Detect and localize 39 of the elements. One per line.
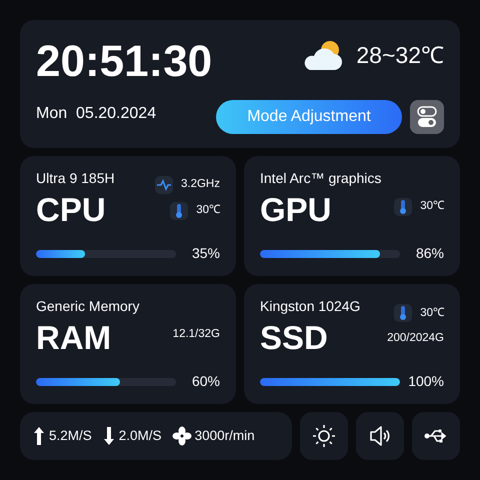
upload-speed: 5.2M/S [49, 426, 92, 445]
fan-speed: 3000r/min [194, 426, 255, 445]
volume-button[interactable] [356, 412, 404, 460]
toggle-settings-button[interactable] [410, 100, 444, 134]
mode-adjustment-button[interactable]: Mode Adjustment [216, 100, 402, 134]
temperature-value: 30℃ [196, 203, 220, 218]
capacity-value: 12.1/32G [172, 327, 220, 342]
component-title: RAM [36, 320, 112, 354]
capacity-value: 200/2024G [387, 331, 444, 346]
percent-value: 35% [190, 244, 220, 263]
pulse-icon [155, 176, 173, 194]
sun-icon [312, 424, 336, 448]
download-speed: 2.0M/S [118, 426, 162, 445]
speaker-icon [368, 424, 392, 448]
fan-icon [172, 426, 192, 446]
frequency-value: 3.2GHz [181, 177, 220, 192]
component-title: GPU [260, 192, 333, 226]
brightness-button[interactable] [300, 412, 348, 460]
thermometer-icon [170, 202, 188, 220]
device-name: Intel Arc™ graphics [260, 170, 382, 187]
usb-button[interactable] [412, 412, 460, 460]
device-name: Ultra 9 185H [36, 170, 115, 187]
clock-time: 20:51:30 [36, 40, 212, 84]
upload-arrow-icon [32, 426, 46, 446]
thermometer-icon [394, 304, 412, 322]
percent-value: 100% [407, 372, 444, 391]
component-title: CPU [36, 192, 107, 226]
device-name: Kingston 1024G [260, 298, 360, 315]
device-name: Generic Memory [36, 298, 140, 315]
toggle-icon [417, 106, 437, 128]
percent-value: 60% [190, 372, 220, 391]
download-arrow-icon [102, 426, 116, 446]
temperature-value: 30℃ [420, 199, 444, 214]
temperature-value: 30℃ [420, 306, 444, 321]
date-text: Mon 05.20.2024 [36, 104, 158, 124]
thermometer-icon [394, 198, 412, 216]
percent-value: 86% [414, 244, 444, 263]
temperature-range: 28~32℃ [356, 41, 444, 70]
component-title: SSD [260, 320, 329, 354]
